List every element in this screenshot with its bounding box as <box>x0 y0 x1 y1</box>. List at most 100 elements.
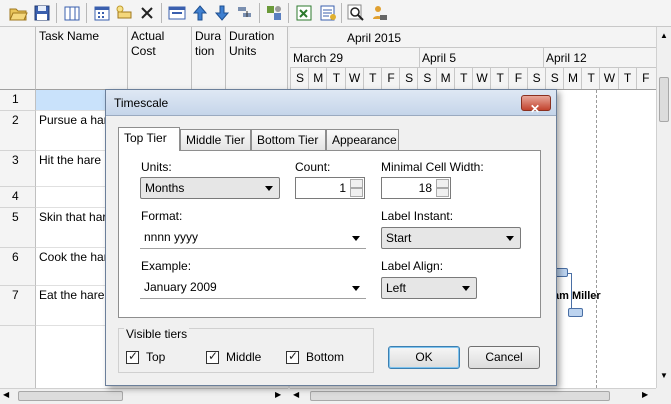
move-down-icon[interactable] <box>212 3 232 23</box>
row-number[interactable]: 6 <box>0 248 36 286</box>
example-combobox[interactable]: January 2009 <box>140 277 366 299</box>
timescale-day: F <box>635 68 655 89</box>
checkbox-top[interactable]: Top <box>126 349 186 366</box>
timescale-day: S <box>526 68 546 89</box>
timescale-day: T <box>453 68 473 89</box>
cancel-button[interactable]: Cancel <box>468 346 540 369</box>
label-align-label: Label Align: <box>381 259 444 273</box>
tab-appearance[interactable]: Appearance <box>326 129 399 150</box>
indent-icon[interactable] <box>235 3 255 23</box>
timescale-day: M <box>308 68 327 89</box>
timescale-week: April 5 <box>422 51 457 65</box>
checkbox-checked-icon[interactable] <box>206 349 219 364</box>
spin-up-icon[interactable] <box>350 179 363 188</box>
ok-button[interactable]: OK <box>388 346 460 369</box>
spin-down-icon[interactable] <box>436 188 449 197</box>
label-align-select[interactable]: Left <box>381 277 477 299</box>
format-label: Format: <box>141 209 183 223</box>
timescale-day: W <box>472 68 491 89</box>
format-combobox[interactable]: nnnn yyyy <box>140 227 366 249</box>
column-header-task-name[interactable]: Task Name <box>36 27 128 90</box>
timescale-day: W <box>599 68 618 89</box>
scroll-up-icon[interactable]: ▲ <box>660 31 668 40</box>
new-task-icon[interactable] <box>114 3 134 23</box>
tab-middle-tier[interactable]: Middle Tier <box>180 129 251 150</box>
scroll-thumb[interactable] <box>659 77 669 122</box>
timescale-day: M <box>563 68 582 89</box>
checkbox-checked-icon[interactable] <box>286 349 299 364</box>
row-number[interactable]: 5 <box>0 208 36 248</box>
column-header-actual-cost[interactable]: Actual Cost <box>128 27 192 90</box>
timescale-header: April 2015 March 29 April 5 April 12 SMT… <box>290 27 656 90</box>
column-header-duration-units[interactable]: Duration Units <box>226 27 288 90</box>
tab-top-tier[interactable]: Top Tier <box>118 127 180 151</box>
min-cell-width-stepper[interactable]: 18 <box>381 177 451 199</box>
dialog-title: Timescale <box>114 96 169 110</box>
chevron-down-icon <box>352 286 360 291</box>
scroll-left-icon[interactable]: ◀ <box>3 390 9 399</box>
row-number[interactable]: 7 <box>0 286 36 326</box>
timescale-day: F <box>381 68 400 89</box>
grid-horizontal-scrollbar[interactable]: ◀ ▶ <box>0 388 288 404</box>
close-icon: ✕ <box>530 102 541 116</box>
chevron-down-icon <box>352 236 360 241</box>
timescale-day: T <box>581 68 600 89</box>
row-number[interactable]: 2 <box>0 111 36 151</box>
columns-icon[interactable] <box>62 3 82 23</box>
calendar-icon[interactable] <box>92 3 112 23</box>
dialog-title-bar[interactable]: Timescale ✕ <box>106 90 556 116</box>
timescale-day: T <box>326 68 345 89</box>
vertical-scrollbar[interactable]: ▲ ▼ <box>656 27 671 388</box>
chevron-down-icon <box>265 186 273 191</box>
chevron-down-icon <box>462 286 470 291</box>
visible-tiers-legend: Visible tiers <box>124 327 190 341</box>
row-number[interactable]: 1 <box>0 90 36 111</box>
toolbar <box>0 0 671 27</box>
timescale-day: S <box>417 68 436 89</box>
checkbox-middle[interactable]: Middle <box>206 349 276 366</box>
delete-icon[interactable] <box>137 3 157 23</box>
timescale-top-tier: April 2015 <box>347 31 402 45</box>
checkbox-bottom[interactable]: Bottom <box>286 349 356 366</box>
close-button[interactable]: ✕ <box>521 95 551 116</box>
move-up-icon[interactable] <box>190 3 210 23</box>
chevron-down-icon <box>506 236 514 241</box>
scroll-left-icon[interactable]: ◀ <box>293 390 299 399</box>
resources-icon[interactable] <box>264 3 284 23</box>
spin-up-icon[interactable] <box>436 179 449 188</box>
column-header-duration[interactable]: Duration <box>192 27 226 90</box>
checkbox-checked-icon[interactable] <box>126 349 139 364</box>
timescale-day: W <box>344 68 364 89</box>
label-instant-label: Label Instant: <box>381 209 454 223</box>
save-icon[interactable] <box>32 3 52 23</box>
timescale-day: S <box>399 68 418 89</box>
scroll-down-icon[interactable]: ▼ <box>660 371 668 380</box>
open-folder-icon[interactable] <box>8 3 28 23</box>
row-number[interactable]: 4 <box>0 187 36 208</box>
units-label: Units: <box>141 160 172 174</box>
excel-export-icon[interactable] <box>294 3 314 23</box>
timescale-day: T <box>617 68 637 89</box>
gantt-horizontal-scrollbar[interactable]: ◀ ▶ <box>290 388 656 404</box>
user-settings-icon[interactable] <box>369 3 389 23</box>
scroll-thumb[interactable] <box>18 391 123 401</box>
report-icon[interactable] <box>318 3 338 23</box>
row-number[interactable]: 3 <box>0 151 36 187</box>
timescale-week: March 29 <box>293 51 344 65</box>
timescale-dialog: Timescale ✕ Top Tier Middle Tier Bottom … <box>105 89 557 386</box>
scroll-right-icon[interactable]: ▶ <box>275 390 281 399</box>
count-stepper[interactable]: 1 <box>295 177 365 199</box>
timescale-day: T <box>362 68 382 89</box>
row-number-header <box>0 27 36 90</box>
count-label: Count: <box>295 160 331 174</box>
timescale-day: T <box>490 68 509 89</box>
task-info-icon[interactable] <box>167 3 187 23</box>
tab-bottom-tier[interactable]: Bottom Tier <box>251 129 326 150</box>
label-instant-select[interactable]: Start <box>381 227 521 249</box>
units-select[interactable]: Months <box>140 177 280 199</box>
scroll-right-icon[interactable]: ▶ <box>642 390 648 399</box>
zoom-icon[interactable] <box>346 3 366 23</box>
scroll-thumb[interactable] <box>310 391 610 401</box>
spin-down-icon[interactable] <box>350 188 363 197</box>
resource-label: am Miller <box>553 290 601 302</box>
